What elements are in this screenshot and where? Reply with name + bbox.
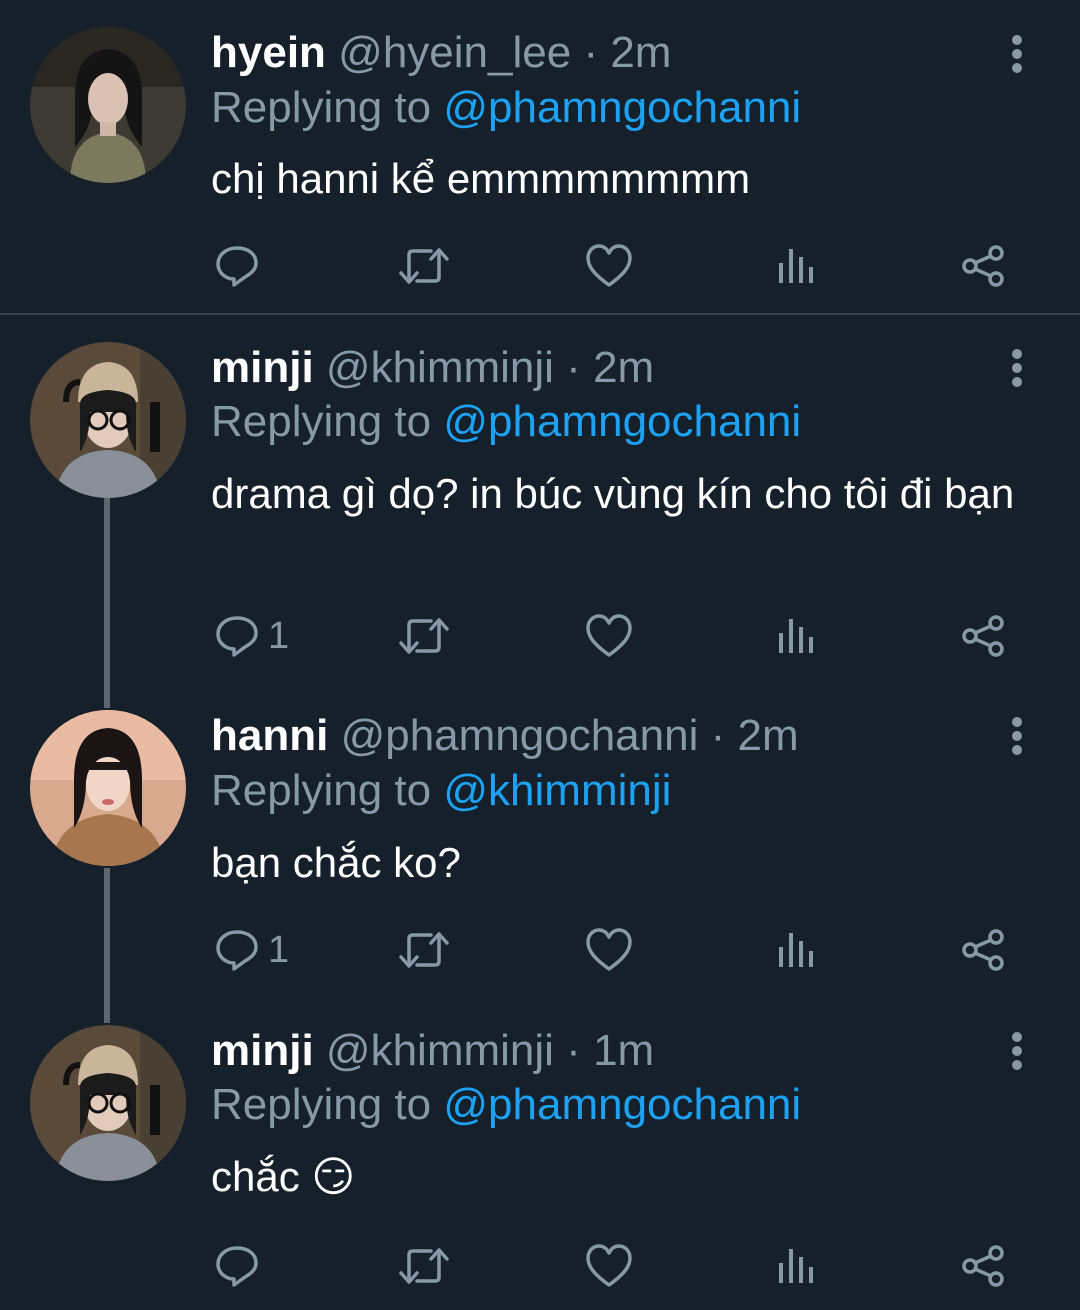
reply-button[interactable]: 1 bbox=[214, 920, 289, 980]
tweet-actions bbox=[0, 1236, 1080, 1296]
replying-to-label: Replying to bbox=[211, 766, 432, 815]
share-icon bbox=[960, 613, 1006, 659]
avatar[interactable] bbox=[30, 710, 186, 866]
timestamp[interactable]: 2m bbox=[610, 28, 671, 77]
display-name[interactable]: hanni bbox=[211, 711, 328, 760]
retweet-button[interactable] bbox=[397, 606, 451, 666]
replying-to-label: Replying to bbox=[211, 1080, 432, 1129]
replying-to: Replying to @phamngochanni bbox=[211, 80, 801, 136]
tweet-actions: 1 bbox=[0, 606, 1080, 666]
retweet-button[interactable] bbox=[397, 236, 451, 296]
separator-dot: · bbox=[583, 28, 599, 77]
analytics-icon bbox=[775, 1243, 819, 1289]
retweet-icon bbox=[397, 613, 451, 659]
tweet-text: chị hanni kể emmmmmmmm bbox=[211, 155, 751, 202]
replying-to: Replying to @phamngochanni bbox=[211, 1077, 801, 1133]
tweet-header: minji @khimminji · 1m bbox=[211, 1023, 654, 1079]
like-icon bbox=[585, 613, 633, 659]
display-name[interactable]: minji bbox=[211, 1026, 314, 1075]
share-icon bbox=[960, 243, 1006, 289]
separator-dot: · bbox=[566, 343, 581, 392]
analytics-button[interactable] bbox=[775, 920, 819, 980]
retweet-button[interactable] bbox=[397, 920, 451, 980]
more-options-icon[interactable] bbox=[1000, 348, 1034, 392]
tweet-actions bbox=[0, 236, 1080, 296]
reply-icon bbox=[214, 927, 260, 973]
like-icon bbox=[585, 243, 633, 289]
reply-button[interactable]: 1 bbox=[214, 606, 289, 666]
reply-icon bbox=[214, 243, 260, 289]
tweet-text: chắc 😏 bbox=[211, 1153, 356, 1200]
share-button[interactable] bbox=[960, 1236, 1006, 1296]
retweet-icon bbox=[397, 927, 451, 973]
tweet-actions: 1 bbox=[0, 920, 1080, 980]
mention-link[interactable]: @khimminji bbox=[443, 766, 671, 815]
share-button[interactable] bbox=[960, 236, 1006, 296]
reply-button[interactable] bbox=[214, 236, 268, 296]
retweet-icon bbox=[397, 1243, 451, 1289]
reply-icon bbox=[214, 613, 260, 659]
more-options-icon[interactable] bbox=[1000, 716, 1034, 760]
tweet-header: hanni @phamngochanni · 2m bbox=[211, 708, 799, 764]
timestamp[interactable]: 2m bbox=[593, 343, 654, 392]
like-button[interactable] bbox=[585, 920, 633, 980]
replying-to: Replying to @phamngochanni bbox=[211, 394, 801, 450]
analytics-button[interactable] bbox=[775, 236, 819, 296]
user-handle[interactable]: @khimminji bbox=[326, 343, 554, 392]
analytics-icon bbox=[775, 613, 819, 659]
mention-link[interactable]: @phamngochanni bbox=[443, 1080, 801, 1129]
replying-to-label: Replying to bbox=[211, 397, 432, 446]
analytics-icon bbox=[775, 243, 819, 289]
share-icon bbox=[960, 1243, 1006, 1289]
replying-to: Replying to @khimminji bbox=[211, 763, 671, 819]
reply-count: 1 bbox=[268, 929, 290, 971]
timestamp[interactable]: 1m bbox=[593, 1026, 654, 1075]
display-name[interactable]: minji bbox=[211, 343, 314, 392]
user-handle[interactable]: @khimminji bbox=[326, 1026, 554, 1075]
analytics-icon bbox=[775, 927, 819, 973]
reply-icon bbox=[214, 1243, 260, 1289]
like-button[interactable] bbox=[585, 606, 633, 666]
share-button[interactable] bbox=[960, 920, 1006, 980]
reply-count: 1 bbox=[268, 615, 290, 657]
retweet-button[interactable] bbox=[397, 1236, 451, 1296]
user-handle[interactable]: @phamngochanni bbox=[341, 711, 699, 760]
retweet-icon bbox=[397, 243, 451, 289]
avatar[interactable] bbox=[30, 1025, 186, 1181]
mention-link[interactable]: @phamngochanni bbox=[443, 83, 801, 132]
user-handle[interactable]: @hyein_lee bbox=[338, 28, 571, 77]
separator-dot: · bbox=[566, 1026, 581, 1075]
separator-dot: · bbox=[710, 711, 726, 760]
analytics-button[interactable] bbox=[775, 1236, 819, 1296]
tweet-header: hyein @hyein_lee · 2m bbox=[211, 25, 671, 81]
tweet-text: bạn chắc ko? bbox=[211, 839, 461, 886]
divider bbox=[0, 313, 1080, 315]
like-icon bbox=[585, 927, 633, 973]
share-button[interactable] bbox=[960, 606, 1006, 666]
tweet-header: minji @khimminji · 2m bbox=[211, 340, 654, 396]
replying-to-label: Replying to bbox=[211, 83, 432, 132]
tweet-text: drama gì dọ? in búc vùng kín cho tôi đi … bbox=[211, 470, 1015, 517]
more-options-icon[interactable] bbox=[1000, 34, 1034, 78]
avatar[interactable] bbox=[30, 27, 186, 183]
share-icon bbox=[960, 927, 1006, 973]
like-icon bbox=[585, 1243, 633, 1289]
like-button[interactable] bbox=[585, 1236, 633, 1296]
timestamp[interactable]: 2m bbox=[738, 711, 799, 760]
more-options-icon[interactable] bbox=[1000, 1031, 1034, 1075]
avatar[interactable] bbox=[30, 342, 186, 498]
like-button[interactable] bbox=[585, 236, 633, 296]
analytics-button[interactable] bbox=[775, 606, 819, 666]
thread-line bbox=[104, 498, 110, 708]
mention-link[interactable]: @phamngochanni bbox=[443, 397, 801, 446]
reply-button[interactable] bbox=[214, 1236, 268, 1296]
display-name[interactable]: hyein bbox=[211, 28, 326, 77]
